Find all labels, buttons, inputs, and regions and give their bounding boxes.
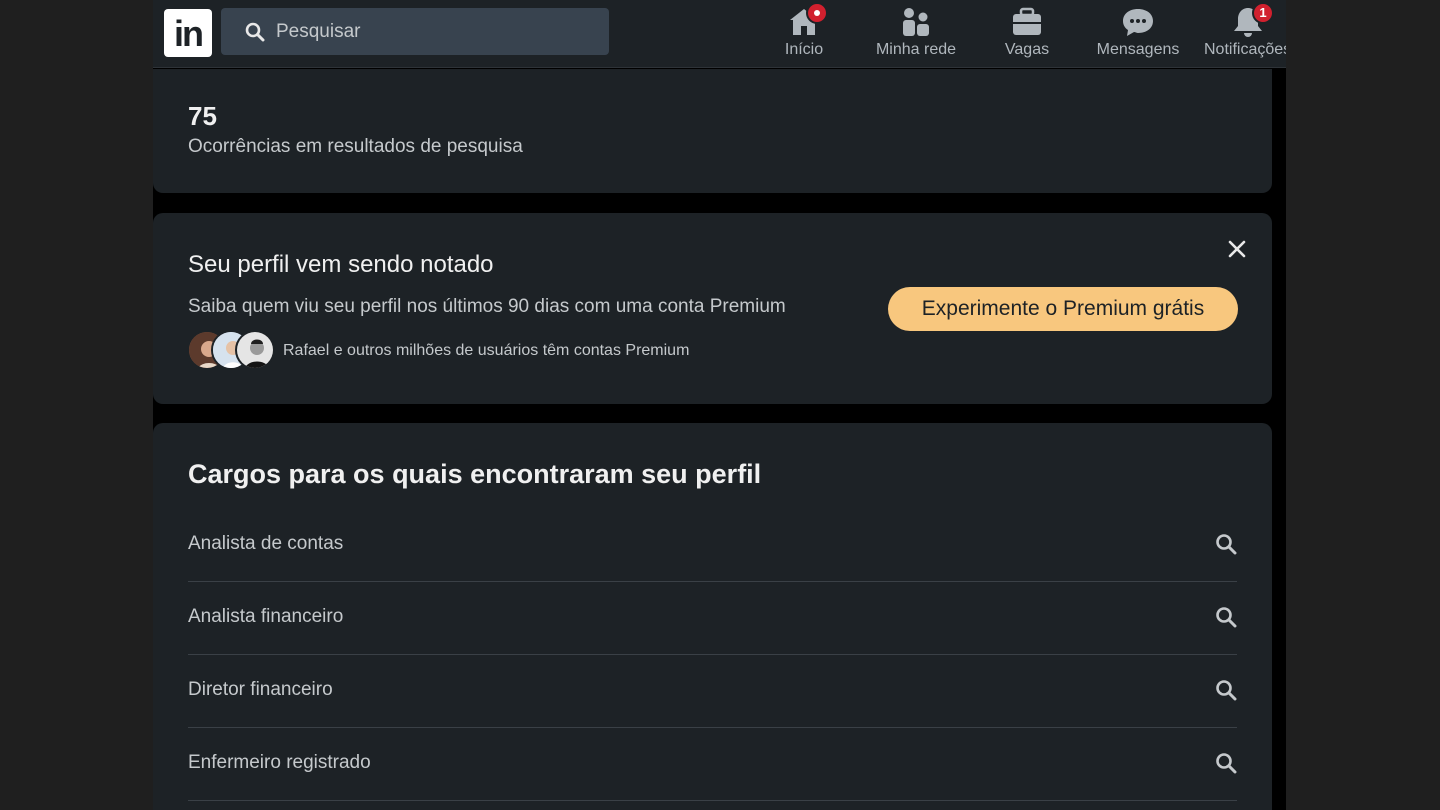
search-icon[interactable] <box>1215 752 1237 774</box>
nav-label-network: Minha rede <box>875 41 957 58</box>
linkedin-logo[interactable]: in <box>164 9 212 57</box>
job-title-label: Enfermeiro registrado <box>188 752 371 773</box>
job-titles-card: Cargos para os quais encontraram seu per… <box>153 423 1272 810</box>
nav-item-home[interactable]: Início <box>770 2 838 64</box>
list-item[interactable]: Enfermeiro registrado <box>188 728 1237 801</box>
search-icon <box>245 22 265 42</box>
premium-users-avatars <box>187 330 277 372</box>
briefcase-icon <box>1013 7 1041 35</box>
search-appearances-card: 75 Ocorrências em resultados de pesquisa <box>153 69 1272 193</box>
search-icon[interactable] <box>1215 533 1237 555</box>
try-premium-button[interactable]: Experimente o Premium grátis <box>888 287 1238 331</box>
page-viewport: in Início Minha rede <box>153 0 1286 810</box>
job-titles-heading: Cargos para os quais encontraram seu per… <box>188 459 762 489</box>
nav-label-home: Início <box>784 41 824 58</box>
search-icon[interactable] <box>1215 679 1237 701</box>
promo-title: Seu perfil vem sendo notado <box>188 251 494 278</box>
close-icon[interactable] <box>1225 237 1249 261</box>
nav-item-jobs[interactable]: Vagas <box>993 4 1061 64</box>
search-appearances-label: Ocorrências em resultados de pesquisa <box>188 136 523 157</box>
job-title-label: Diretor financeiro <box>188 679 333 700</box>
search-bar[interactable] <box>221 8 609 55</box>
list-item[interactable]: Diretor financeiro <box>188 655 1237 728</box>
list-item[interactable]: Analista de contas <box>188 509 1237 582</box>
nav-label-messaging: Mensagens <box>1096 41 1180 58</box>
home-notification-dot <box>806 2 828 24</box>
list-item[interactable]: Analista financeiro <box>188 582 1237 655</box>
promo-subtitle: Saiba quem viu seu perfil nos últimos 90… <box>188 296 786 317</box>
top-navigation: in Início Minha rede <box>153 0 1286 68</box>
nav-item-network[interactable]: Minha rede <box>867 4 965 64</box>
nav-item-messaging[interactable]: Mensagens <box>1093 4 1183 64</box>
premium-promo-card: Seu perfil vem sendo notado Saiba quem v… <box>153 213 1272 404</box>
avatar <box>235 330 275 370</box>
nav-item-notifications[interactable]: 1 Notificações <box>1202 4 1286 64</box>
search-icon[interactable] <box>1215 606 1237 628</box>
search-input[interactable] <box>276 18 596 46</box>
promo-users-text: Rafael e outros milhões de usuários têm … <box>283 342 690 359</box>
search-appearances-count: 75 <box>188 101 217 131</box>
messaging-icon <box>1123 9 1153 36</box>
job-title-label: Analista de contas <box>188 533 344 554</box>
job-titles-list: Analista de contas Analista financeiro D… <box>188 509 1237 801</box>
notification-count-badge: 1 <box>1252 4 1274 24</box>
nav-label-jobs: Vagas <box>1004 41 1050 58</box>
nav-label-notifications: Notificações <box>1204 41 1286 58</box>
job-title-label: Analista financeiro <box>188 606 344 627</box>
network-icon <box>903 8 929 36</box>
